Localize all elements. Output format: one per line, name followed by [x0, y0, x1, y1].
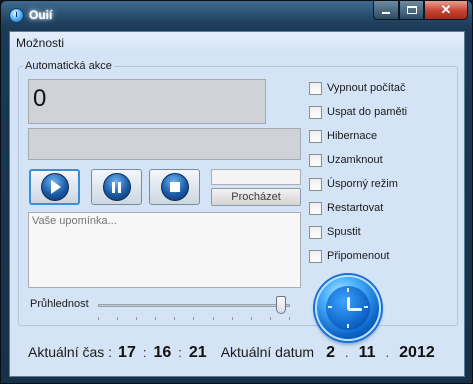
date-separator: .: [344, 345, 349, 360]
client-area: Možnosti Automatická akce 0 Procházet Pr…: [9, 31, 465, 377]
pause-button[interactable]: [91, 169, 142, 205]
checkbox-icon[interactable]: [309, 81, 322, 95]
menu-bar: Možnosti: [10, 32, 464, 52]
play-icon: [40, 173, 69, 201]
checkbox-label: Hibernace: [327, 130, 378, 142]
minimize-icon: [382, 12, 390, 14]
checkbox-icon[interactable]: [309, 249, 322, 263]
checkbox-sleep[interactable]: Uspat do paměti: [309, 100, 407, 124]
checkbox-label: Uspat do paměti: [327, 106, 408, 118]
checkbox-label: Spustit: [327, 226, 361, 238]
date-separator: .: [385, 345, 390, 360]
checkbox-power-save[interactable]: Úsporný režim: [309, 172, 407, 196]
opacity-slider-thumb[interactable]: [276, 296, 287, 314]
minimize-button[interactable]: [373, 1, 399, 20]
close-button[interactable]: ✕: [424, 1, 468, 20]
checkbox-icon[interactable]: [309, 225, 322, 239]
checkbox-icon[interactable]: [309, 129, 322, 143]
checkbox-icon[interactable]: [309, 201, 322, 215]
time-separator: :: [142, 345, 147, 360]
checkbox-icon[interactable]: [309, 105, 322, 119]
time-seconds: 21: [188, 344, 207, 361]
stop-icon: [160, 173, 189, 201]
opacity-label: Průhlednost: [30, 298, 89, 310]
title-bar[interactable]: Ouií ✕: [1, 1, 472, 29]
menu-options[interactable]: Možnosti: [16, 36, 64, 50]
reminder-textarea[interactable]: [28, 212, 301, 288]
time-hours: 17: [118, 344, 136, 361]
date-month: 11: [358, 344, 376, 361]
checkbox-label: Restartovat: [327, 202, 384, 214]
checkbox-label: Úsporný režim: [327, 178, 398, 190]
clock-tick: [364, 306, 368, 308]
browse-button[interactable]: Procházet: [211, 188, 301, 206]
checkbox-icon[interactable]: [309, 177, 322, 191]
checkbox-label: Vypnout počítač: [327, 82, 406, 94]
caption-buttons: ✕: [373, 1, 468, 20]
counter-display: 0: [28, 79, 266, 124]
time-separator: :: [178, 345, 182, 360]
pause-icon: [102, 173, 131, 201]
time-label: Aktuální čas :: [28, 344, 113, 360]
app-window: Ouií ✕ Možnosti Automatická akce 0 Proch…: [0, 0, 473, 384]
opacity-slider-ticks: [98, 317, 290, 321]
stop-button[interactable]: [149, 169, 200, 205]
opacity-slider-track[interactable]: [98, 304, 290, 307]
checkbox-remind[interactable]: Připomenout: [309, 244, 407, 268]
path-input[interactable]: [211, 169, 301, 185]
clock-minute-hand: [348, 308, 362, 311]
checkbox-icon[interactable]: [309, 153, 322, 167]
checkbox-label: Uzamknout: [327, 154, 383, 166]
clock-app-icon: [9, 8, 24, 23]
status-footer: Aktuální čas : 17 : 16 : 21 Aktuální dat…: [28, 344, 458, 368]
checkbox-run[interactable]: Spustit: [309, 220, 407, 244]
date-day: 2: [326, 344, 335, 361]
action-checklist: Vypnout počítač Uspat do paměti Hibernac…: [309, 76, 407, 268]
clock-face: [326, 286, 370, 330]
play-button[interactable]: [29, 169, 80, 205]
time-minutes: 16: [153, 344, 172, 361]
clock-tick: [347, 324, 349, 328]
group-title: Automatická akce: [23, 60, 114, 72]
progress-display: [28, 128, 301, 160]
checkbox-shutdown[interactable]: Vypnout počítač: [309, 76, 407, 100]
checkbox-restart[interactable]: Restartovat: [309, 196, 407, 220]
window-title: Ouií: [29, 8, 53, 22]
checkbox-hibernate[interactable]: Hibernace: [309, 124, 407, 148]
maximize-button[interactable]: [399, 1, 424, 20]
date-year: 2012: [399, 344, 435, 361]
clock-icon: [315, 275, 381, 341]
checkbox-label: Připomenout: [327, 250, 390, 262]
date-label: Aktuální datum: [220, 344, 315, 360]
close-icon: ✕: [440, 2, 452, 17]
clock-tick: [328, 306, 332, 308]
maximize-icon: [406, 6, 417, 14]
checkbox-lock[interactable]: Uzamknout: [309, 148, 407, 172]
clock-tick: [347, 288, 349, 292]
